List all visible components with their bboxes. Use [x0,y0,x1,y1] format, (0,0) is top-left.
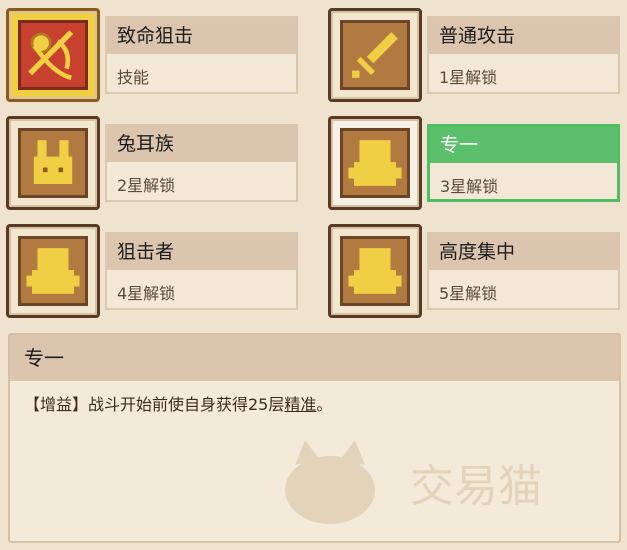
skill-info-5[interactable]: 狙击者 4星解锁 [105,232,298,310]
crossed-arrows-icon [18,20,88,90]
skill-slot-3[interactable] [6,116,100,210]
skill-slot-5[interactable] [6,224,100,318]
skill-title-2: 普通攻击 [429,18,618,54]
skill-card-4[interactable]: 专一 3星解锁 [322,110,620,210]
skill-detail-body: 【增益】战斗开始前使自身获得25层精准。 [24,391,332,415]
skill-detail-title: 专一 [10,335,619,381]
skill-title-3: 兔耳族 [107,126,296,162]
skill-info-6[interactable]: 高度集中 5星解锁 [427,232,620,310]
skill-info-1[interactable]: 致命狙击 技能 [105,16,298,94]
sword-icon [340,20,410,90]
skill-slot-1[interactable] [6,8,100,102]
skill-card-5[interactable]: 狙击者 4星解锁 [0,218,298,318]
cat-logo-icon [285,440,375,524]
rabbit-icon [18,128,88,198]
detail-highlight[interactable]: 精准 [284,395,316,414]
skill-slot-6[interactable] [328,224,422,318]
skill-title-4: 专一 [430,127,617,163]
bear-icon [340,236,410,306]
detail-prefix: 【增益】战斗开始前使自身获得25层 [24,395,285,414]
skill-card-6[interactable]: 高度集中 5星解锁 [322,218,620,318]
skill-sub-1: 技能 [117,68,150,87]
bear-icon [340,128,410,198]
detail-suffix: 。 [316,395,333,414]
bear-icon [18,236,88,306]
skill-card-1[interactable]: 致命狙击 技能 [0,2,298,102]
skill-sub-2: 1星解锁 [439,68,498,87]
skill-slot-2[interactable] [328,8,422,102]
skill-sub-6: 5星解锁 [439,284,498,303]
skill-title-1: 致命狙击 [107,18,296,54]
skill-title-6: 高度集中 [429,234,618,270]
skill-card-3[interactable]: 兔耳族 2星解锁 [0,110,298,210]
skill-sub-5: 4星解锁 [117,284,176,303]
skill-sub-4: 3星解锁 [440,177,499,196]
skill-card-2[interactable]: 普通攻击 1星解锁 [322,2,620,102]
watermark-text: 交易猫 [410,461,542,512]
skill-info-2[interactable]: 普通攻击 1星解锁 [427,16,620,94]
skill-sub-3: 2星解锁 [117,176,176,195]
skill-info-4[interactable]: 专一 3星解锁 [427,124,620,202]
skill-info-3[interactable]: 兔耳族 2星解锁 [105,124,298,202]
skill-title-5: 狙击者 [107,234,296,270]
skill-slot-4[interactable] [328,116,422,210]
watermark: 交易猫 [270,430,600,530]
